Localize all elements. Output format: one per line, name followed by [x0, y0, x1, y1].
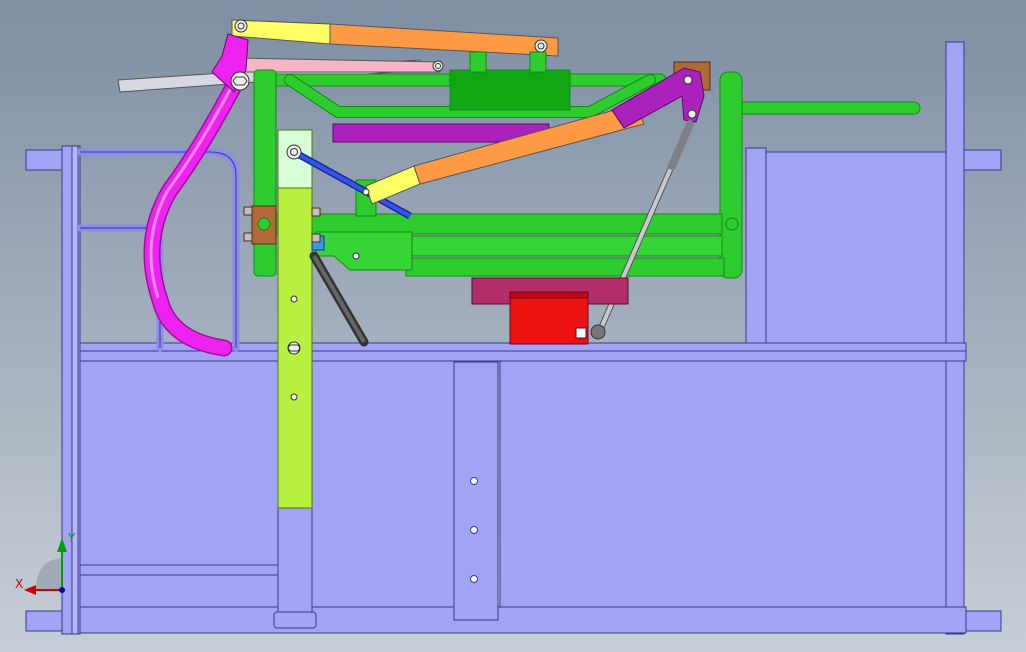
right-box-post [745, 147, 767, 347]
green-lower-rail-2 [405, 257, 725, 277]
lower-panel-right [499, 359, 949, 611]
triad-z-origin-icon [59, 587, 65, 593]
left-vertical-foot [273, 611, 317, 629]
assembly-drawing[interactable]: X Y [0, 0, 1026, 652]
right-stub-bar-lower [962, 610, 1002, 632]
green-left-upright [253, 69, 277, 277]
green-lower-rail-3 [409, 235, 723, 257]
green-right-upright [719, 71, 743, 279]
right-stub-bar [962, 149, 1002, 171]
left-post-inner [71, 145, 79, 635]
green-motor-mount [469, 51, 487, 73]
right-upper-box [764, 151, 949, 345]
triad-x-label: X [15, 577, 23, 591]
left-stub-bar-lower [25, 610, 67, 632]
green-motor-mount-2 [529, 51, 547, 73]
green-extension-tube [729, 101, 921, 115]
cad-viewport[interactable]: X Y [0, 0, 1026, 652]
right-post-outer [945, 41, 965, 635]
triad-y-label: Y [67, 531, 76, 545]
green-lower-rail-1 [275, 213, 723, 235]
left-stub-bar [25, 149, 67, 171]
left-vertical-lower [277, 507, 313, 629]
green-motor-block [449, 69, 571, 111]
lime-upright-plate[interactable] [277, 129, 313, 509]
lower-panel-mid [311, 359, 455, 611]
bottom-inner-rail [79, 564, 281, 576]
bottom-rail [79, 606, 967, 634]
